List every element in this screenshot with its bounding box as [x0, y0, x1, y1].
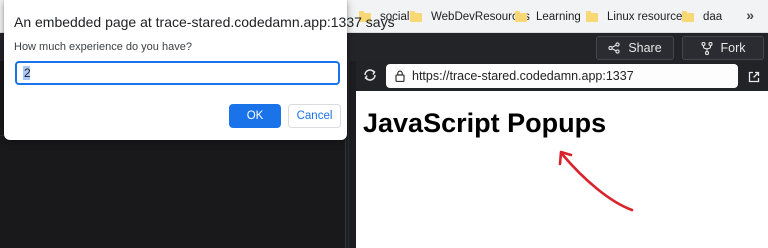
bookmark-daa[interactable]: daa	[682, 9, 722, 25]
folder-icon	[515, 10, 527, 22]
fork-button[interactable]: Fork	[682, 36, 764, 60]
bookmarks-overflow-button[interactable]: »	[746, 7, 754, 23]
open-external-icon[interactable]	[748, 70, 760, 83]
bookmark-label: Learning	[536, 11, 581, 23]
bookmark-linux-resources[interactable]: Linux resources	[586, 9, 688, 25]
reload-icon[interactable]	[362, 67, 378, 83]
bookmark-webdevresources[interactable]: WebDevResources	[410, 9, 530, 25]
preview-url: https://trace-stared.codedamn.app:1337	[412, 69, 634, 83]
annotation-arrow	[558, 150, 634, 212]
share-icon	[608, 42, 620, 54]
folder-icon	[410, 10, 422, 22]
prompt-input-value: 2	[24, 66, 31, 80]
share-button[interactable]: Share	[596, 36, 674, 60]
prompt-input[interactable]	[15, 61, 340, 85]
page-heading: JavaScript Popups	[363, 108, 607, 138]
folder-icon	[586, 10, 598, 22]
ok-button[interactable]: OK	[229, 104, 281, 128]
share-label: Share	[628, 41, 662, 55]
cancel-button[interactable]: Cancel	[288, 104, 341, 128]
bookmark-learning[interactable]: Learning	[515, 9, 581, 25]
fork-icon	[700, 41, 713, 55]
dialog-title: An embedded page at trace-stared.codedam…	[14, 14, 395, 30]
lock-icon	[395, 70, 405, 82]
dialog-message: How much experience do you have?	[14, 41, 192, 53]
preview-url-field[interactable]: https://trace-stared.codedamn.app:1337	[386, 64, 738, 88]
bookmark-label: daa	[703, 11, 723, 23]
bookmark-label: Linux resources	[607, 11, 689, 23]
prompt-dialog: An embedded page at trace-stared.codedam…	[4, 0, 395, 140]
panel-divider	[348, 61, 349, 248]
folder-icon	[682, 10, 694, 22]
fork-label: Fork	[720, 41, 746, 55]
